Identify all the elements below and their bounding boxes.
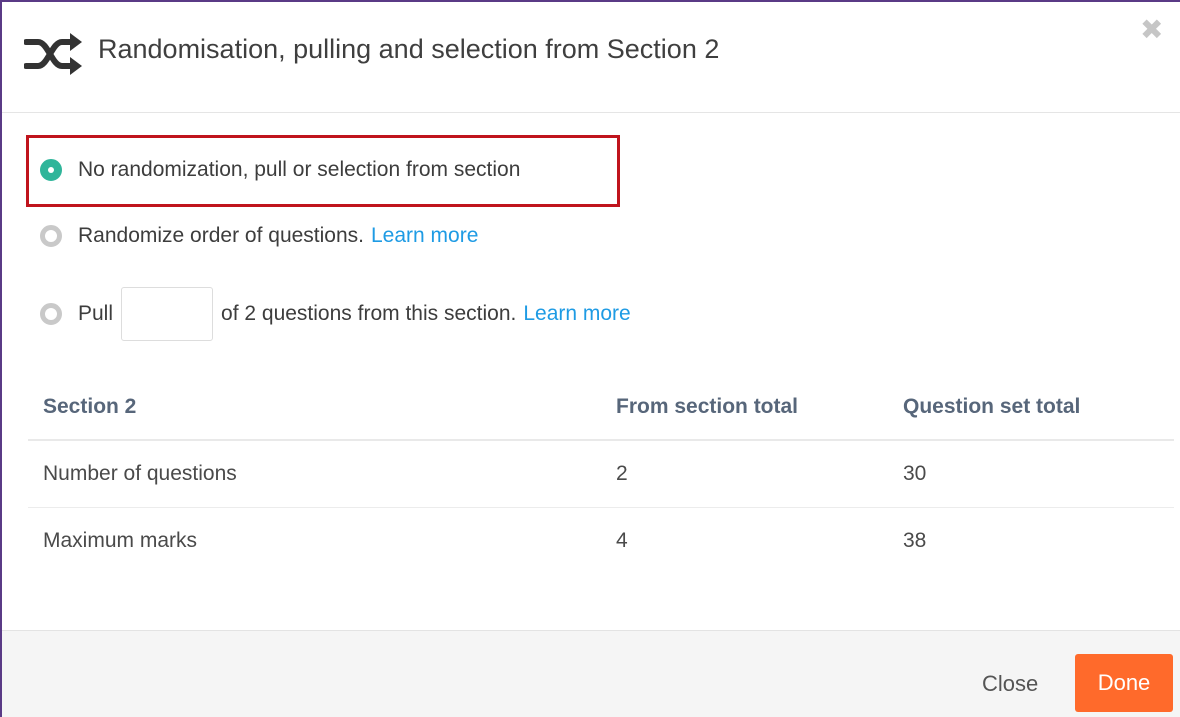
learn-more-link-randomize[interactable]: Learn more <box>371 224 478 248</box>
option-no-randomization[interactable]: No randomization, pull or selection from… <box>40 158 520 182</box>
option-pull[interactable]: Pull of 2 questions from this section. L… <box>40 287 631 341</box>
table-row: Number of questions 2 30 <box>28 440 1174 508</box>
modal-title: Randomisation, pulling and selection fro… <box>98 34 720 64</box>
option-pull-prefix: Pull <box>78 302 114 325</box>
option-no-randomization-label: No randomization, pull or selection from… <box>78 158 521 181</box>
radio-no-randomization[interactable] <box>40 159 62 181</box>
shuffle-icon <box>24 33 82 75</box>
row-label-maximum-marks: Maximum marks <box>43 529 198 552</box>
modal-header: Randomisation, pulling and selection fro… <box>2 2 1180 113</box>
cell-set-questions: 30 <box>903 440 1174 508</box>
done-button[interactable]: Done <box>1075 654 1173 712</box>
cell-set-marks: 38 <box>903 529 927 552</box>
column-header-from-section-total: From section total <box>616 375 903 441</box>
modal-footer: Close Done <box>2 630 1180 717</box>
column-header-question-set-total: Question set total <box>903 375 1174 441</box>
column-header-section: Section 2 <box>28 375 616 441</box>
option-randomize-label: Randomize order of questions. <box>78 224 364 247</box>
table-header-row: Section 2 From section total Question se… <box>28 375 1174 441</box>
close-icon[interactable]: ✖ <box>1140 16 1163 44</box>
section-totals-table: Section 2 From section total Question se… <box>28 375 1174 574</box>
radio-randomize-order[interactable] <box>40 225 62 247</box>
pull-count-input[interactable] <box>121 287 214 341</box>
close-button[interactable]: Close <box>982 671 1038 697</box>
table-row: Maximum marks 4 38 <box>28 508 1174 575</box>
cell-section-marks: 4 <box>616 529 628 552</box>
option-randomize-order[interactable]: Randomize order of questions. Learn more <box>40 224 478 248</box>
randomisation-modal: Randomisation, pulling and selection fro… <box>0 0 1180 717</box>
option-pull-suffix: of 2 questions from this section. <box>221 302 517 325</box>
radio-pull[interactable] <box>40 303 62 325</box>
row-label-number-of-questions: Number of questions <box>28 440 616 508</box>
cell-section-questions: 2 <box>616 440 903 508</box>
learn-more-link-pull[interactable]: Learn more <box>523 302 630 326</box>
